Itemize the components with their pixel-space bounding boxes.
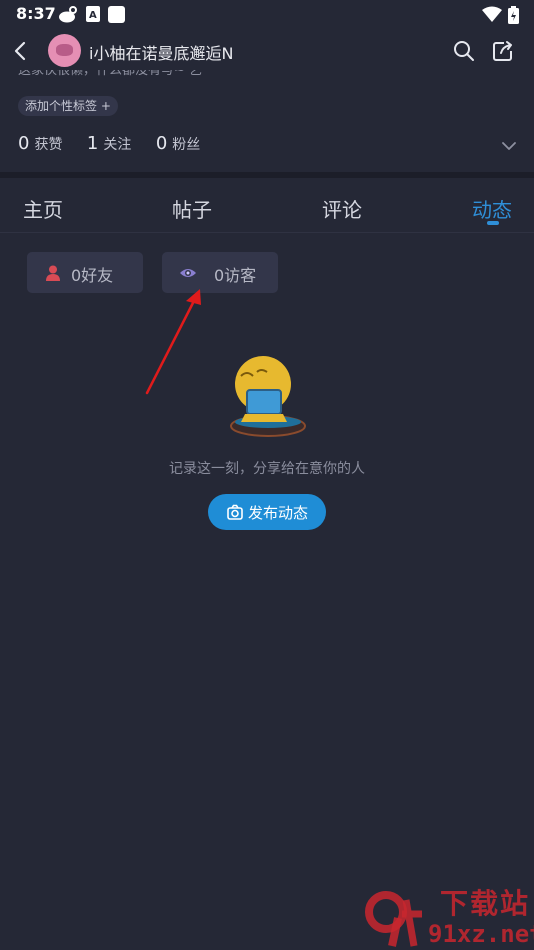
tab-bar: 主页 帖子 评论 动态: [0, 178, 534, 233]
a-icon: A: [86, 6, 100, 22]
wifi-icon: [482, 6, 502, 22]
square-icon: [108, 6, 125, 23]
stat-fans-number: 0: [155, 133, 168, 154]
friends-chip[interactable]: 0好友: [27, 252, 143, 293]
battery-icon: [508, 6, 519, 24]
search-icon[interactable]: [453, 40, 475, 62]
status-bar: 8:37 A: [0, 0, 534, 30]
eye-icon: [180, 269, 196, 277]
stat-fans[interactable]: 0 粉丝: [156, 133, 200, 154]
bio-text: 这家伙很懒，什么都没有写~ 乞: [18, 70, 203, 78]
svg-text:A: A: [89, 10, 97, 21]
tab-posts[interactable]: 帖子: [172, 194, 212, 223]
back-icon[interactable]: [10, 40, 32, 62]
annotation-arrow: [145, 289, 201, 395]
tab-indicator: [487, 221, 499, 225]
tab-comments[interactable]: 评论: [322, 194, 362, 223]
stat-likes-number: 0: [18, 133, 30, 154]
stat-fans-label: 粉丝: [172, 137, 201, 153]
chevron-down-icon[interactable]: [500, 137, 518, 155]
avatar[interactable]: [48, 34, 81, 67]
status-time: 8:37: [16, 4, 56, 23]
watermark-text-top: 下载站: [440, 887, 531, 920]
stat-likes[interactable]: 0 获赞: [18, 133, 62, 154]
person-icon: [46, 265, 60, 281]
weibo-icon: [59, 6, 77, 23]
tab-home[interactable]: 主页: [23, 194, 63, 223]
add-tag-button[interactable]: 添加个性标签 +: [18, 96, 118, 116]
watermark-text-bottom: 91xz.net: [428, 920, 534, 948]
friends-chip-label: 0好友: [71, 266, 114, 285]
stat-likes-label: 获赞: [34, 137, 63, 153]
nickname: i小柚在诺曼底邂逅N: [89, 44, 234, 63]
watermark-logo: [365, 891, 422, 947]
stat-following-number: 1: [86, 133, 99, 154]
stat-following[interactable]: 1 关注: [87, 133, 131, 154]
share-icon[interactable]: [492, 40, 514, 62]
empty-state-illustration: [230, 356, 306, 437]
empty-state-text: 记录这一刻，分享给在意你的人: [169, 461, 365, 477]
publish-activity-button[interactable]: 发布动态: [208, 494, 326, 530]
profile-header: i小柚在诺曼底邂逅N 这家伙很懒，什么都没有写~ 乞 添加个性标签 + 0 获赞 …: [0, 30, 534, 170]
stat-following-label: 关注: [103, 137, 132, 153]
tab-activity[interactable]: 动态: [472, 194, 512, 223]
camera-icon: [227, 504, 243, 520]
publish-activity-label: 发布动态: [248, 504, 309, 522]
visitors-chip-label: 0访客: [214, 266, 257, 285]
stats-row: 0 获赞 1 关注 0 粉丝: [18, 133, 220, 157]
